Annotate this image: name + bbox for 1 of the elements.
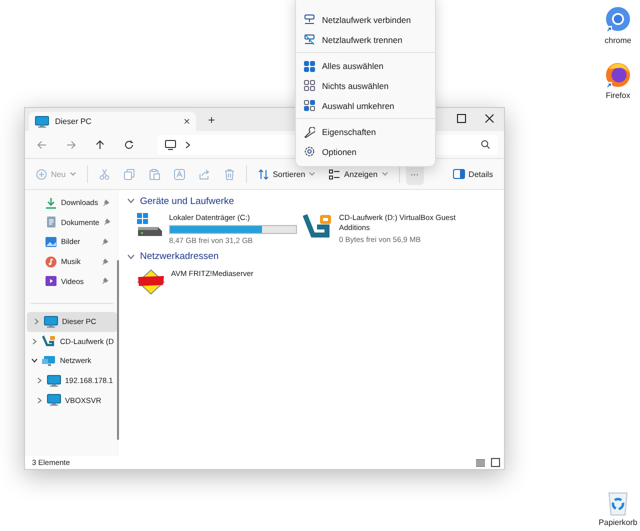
tab-title: Dieser PC: [55, 117, 92, 126]
